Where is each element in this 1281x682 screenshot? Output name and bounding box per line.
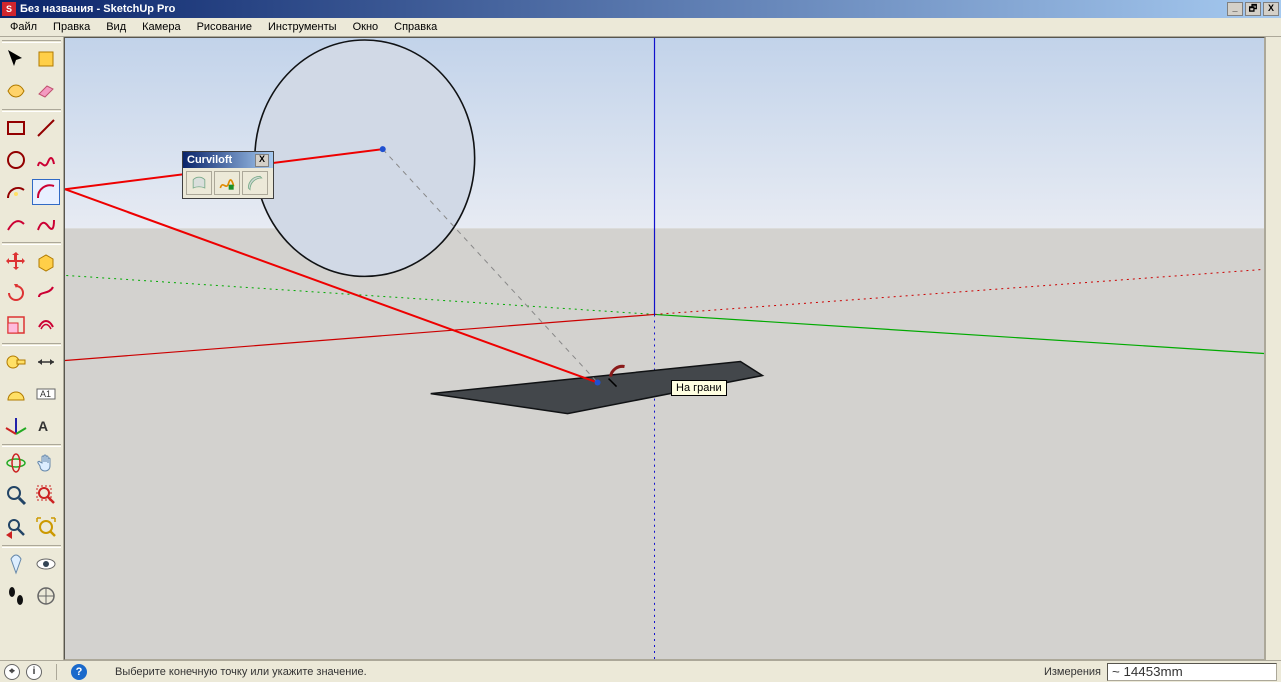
status-geolocation-icon[interactable]: ⌖ [4, 664, 20, 680]
menu-edit[interactable]: Правка [47, 20, 96, 34]
rectangle-tool[interactable] [2, 115, 30, 141]
scale-tool[interactable] [2, 312, 30, 338]
arc-tool[interactable] [2, 179, 30, 205]
followme-tool[interactable] [32, 280, 60, 306]
measure-label: Измерения [1038, 666, 1107, 678]
previous-tool[interactable] [2, 514, 30, 540]
dimension-tool[interactable] [32, 349, 60, 375]
curviloft-panel[interactable]: Curviloft X [182, 151, 274, 199]
protractor-tool[interactable] [2, 381, 30, 407]
status-icons: ⌖ i ? [4, 664, 89, 680]
menu-file[interactable]: Файл [4, 20, 43, 34]
menu-view[interactable]: Вид [100, 20, 132, 34]
curviloft-body [183, 168, 273, 198]
status-text: Выберите конечную точку или укажите знач… [115, 666, 1038, 678]
statusbar: ⌖ i ? Выберите конечную точку или укажит… [0, 660, 1281, 682]
paint-bucket-tool[interactable] [32, 46, 60, 72]
text-tool[interactable]: A1 [32, 381, 60, 407]
move-tool[interactable] [2, 248, 30, 274]
orbit-tool[interactable] [2, 450, 30, 476]
curviloft-spline-button[interactable] [214, 171, 240, 195]
axes-tool[interactable] [2, 413, 30, 439]
curviloft-title-text: Curviloft [187, 154, 232, 166]
inference-tooltip: На грани [671, 380, 727, 396]
menu-help[interactable]: Справка [388, 20, 443, 34]
offset-tool[interactable] [32, 312, 60, 338]
rotate-tool[interactable] [2, 280, 30, 306]
menu-draw[interactable]: Рисование [191, 20, 258, 34]
menubar: Файл Правка Вид Камера Рисование Инструм… [0, 18, 1281, 37]
camera-tool[interactable] [2, 551, 30, 577]
curve-tool[interactable] [2, 211, 30, 237]
arc2-tool[interactable] [32, 179, 60, 205]
circle-tool[interactable] [2, 147, 30, 173]
menu-window[interactable]: Окно [347, 20, 385, 34]
freehand-tool[interactable] [32, 147, 60, 173]
pushpull-tool[interactable] [32, 248, 60, 274]
maximize-button[interactable]: 🗗 [1245, 2, 1261, 16]
zoom-tool[interactable] [2, 482, 30, 508]
zoomwindow-tool[interactable] [32, 482, 60, 508]
app-icon: S [2, 2, 16, 16]
curviloft-loft-button[interactable] [186, 171, 212, 195]
section-tool[interactable] [32, 583, 60, 609]
select-tool[interactable] [2, 46, 30, 72]
pan-tool[interactable] [32, 450, 60, 476]
menu-tools[interactable]: Инструменты [262, 20, 343, 34]
eraser-tool-1[interactable] [2, 78, 30, 104]
lookaround-tool[interactable] [32, 551, 60, 577]
window-title: Без названия - SketchUp Pro [20, 3, 1227, 15]
measure-input[interactable] [1107, 663, 1277, 681]
tape-tool[interactable] [2, 349, 30, 375]
curve2-tool[interactable] [32, 211, 60, 237]
zoomextents-tool[interactable] [32, 514, 60, 540]
curviloft-titlebar[interactable]: Curviloft X [183, 152, 273, 168]
status-credits-icon[interactable]: i [26, 664, 42, 680]
scrollbar-vertical[interactable] [1265, 37, 1281, 660]
curviloft-close-button[interactable]: X [255, 154, 269, 167]
window-controls: _ 🗗 X [1227, 2, 1279, 16]
status-help-icon[interactable]: ? [71, 664, 87, 680]
viewport-3d[interactable]: На грани Curviloft X [64, 37, 1265, 660]
window-titlebar: S Без названия - SketchUp Pro _ 🗗 X [0, 0, 1281, 18]
line-tool[interactable] [32, 115, 60, 141]
minimize-button[interactable]: _ [1227, 2, 1243, 16]
svg-text:A1: A1 [40, 389, 51, 399]
close-button[interactable]: X [1263, 2, 1279, 16]
menu-camera[interactable]: Камера [136, 20, 186, 34]
toolbar: A1 A [0, 37, 64, 660]
eraser-tool-2[interactable] [32, 78, 60, 104]
walk-tool[interactable] [2, 583, 30, 609]
main-area: A1 A [0, 37, 1281, 660]
3dtext-tool[interactable]: A [32, 413, 60, 439]
svg-text:A: A [38, 418, 48, 434]
curviloft-skin-button[interactable] [242, 171, 268, 195]
